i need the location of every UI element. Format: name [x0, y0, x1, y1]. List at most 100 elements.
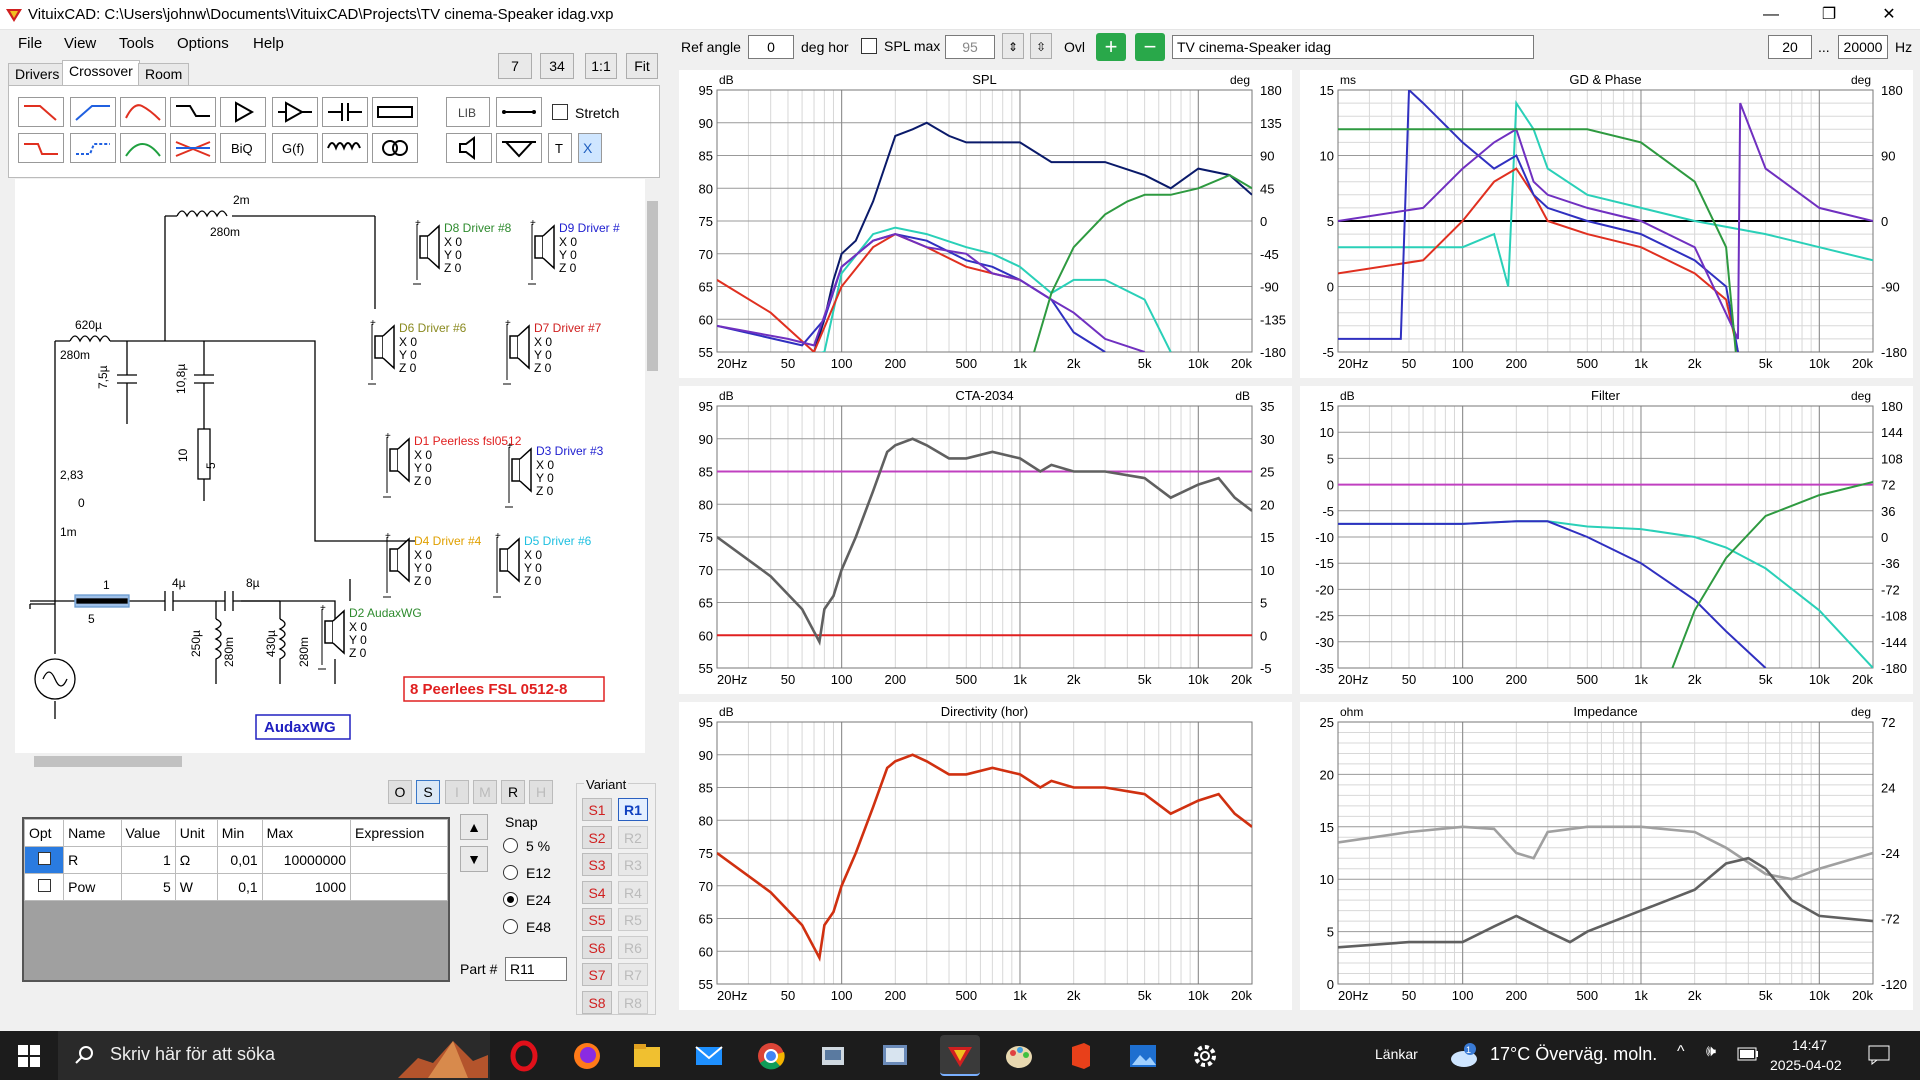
- speaker-tool-icon[interactable]: [446, 133, 492, 163]
- cell-value[interactable]: 5: [120, 873, 176, 901]
- driver-4[interactable]: D7 Driver #7X 0Y 0Z 0 +: [503, 318, 602, 385]
- project-name-input[interactable]: [1172, 35, 1534, 59]
- schematic-canvas[interactable]: 2m 280m 620µ 280m 7,5µ 10,8µ 10 5 2,83 0…: [15, 179, 645, 753]
- variant-r5-button[interactable]: R5: [618, 908, 648, 931]
- minimize-button[interactable]: —: [1748, 0, 1794, 30]
- variant-s8-button[interactable]: S8: [582, 990, 612, 1014]
- office-icon[interactable]: [1064, 1039, 1098, 1073]
- driver-8[interactable]: D5 Driver #6X 0Y 0Z 0 +: [493, 531, 592, 598]
- tab-crossover[interactable]: Crossover: [62, 60, 140, 85]
- mode-button-s[interactable]: S: [416, 780, 440, 804]
- mode-button-o[interactable]: O: [388, 780, 412, 804]
- cta2034-chart[interactable]: CTA-2034 dB dB 95 90 85 80 75 70 65 60 55 35 30 25 20 15…: [679, 386, 1292, 694]
- opt-checkbox[interactable]: [37, 879, 51, 892]
- clock-time[interactable]: 14:47: [1792, 1037, 1827, 1053]
- buffer-tool-icon[interactable]: [220, 97, 266, 127]
- battery-icon[interactable]: [1737, 1047, 1759, 1061]
- shelf-tool-icon[interactable]: [170, 97, 216, 127]
- cell-name[interactable]: R: [63, 846, 122, 874]
- delete-tool-icon[interactable]: X: [578, 133, 602, 163]
- lowpass1-tool-icon[interactable]: [18, 97, 64, 127]
- cell-max[interactable]: 10000000: [261, 846, 352, 874]
- variant-s7-button[interactable]: S7: [582, 963, 612, 986]
- variant-r8-button[interactable]: R8: [618, 990, 648, 1014]
- table-row[interactable]: R 1 Ω 0,01 10000000: [23, 846, 448, 874]
- volume-icon[interactable]: 🕪: [1706, 1043, 1716, 1061]
- text-tool-icon[interactable]: T: [548, 133, 572, 163]
- weather-text[interactable]: 17°C Överväg. moln.: [1490, 1044, 1657, 1065]
- mode-button-h[interactable]: H: [529, 780, 553, 804]
- peak-tool-icon[interactable]: [120, 133, 166, 163]
- variant-r2-button[interactable]: R2: [618, 825, 648, 849]
- freq-max-input[interactable]: [1838, 35, 1888, 59]
- capacitor-tool-icon[interactable]: [322, 97, 368, 127]
- highpass2-tool-icon[interactable]: [70, 133, 116, 163]
- transformer-tool-icon[interactable]: [372, 133, 418, 163]
- variant-s5-button[interactable]: S5: [582, 908, 612, 931]
- zoom-a-field[interactable]: 7: [498, 53, 532, 79]
- app-icon-2[interactable]: [878, 1039, 912, 1073]
- opt-checkbox[interactable]: [37, 852, 51, 865]
- library-tool-icon[interactable]: LIB: [446, 97, 490, 127]
- tray-chevron-icon[interactable]: ^: [1677, 1043, 1685, 1061]
- gfunction-tool-icon[interactable]: G(f): [272, 133, 318, 163]
- cell-max[interactable]: 1000: [261, 873, 352, 901]
- schematic-hscroll[interactable]: [15, 753, 645, 770]
- add-overlay-icon[interactable]: +: [1096, 33, 1126, 61]
- app-icon-1[interactable]: [816, 1039, 850, 1073]
- wire-tool-icon[interactable]: [496, 97, 542, 127]
- menu-options[interactable]: Options: [177, 35, 229, 52]
- menu-help[interactable]: Help: [253, 35, 284, 52]
- fit-range-icon[interactable]: ⇳: [1030, 33, 1052, 59]
- cell-expression[interactable]: [350, 846, 448, 874]
- lowpass2-tool-icon[interactable]: [18, 133, 64, 163]
- chrome-icon[interactable]: [754, 1039, 788, 1073]
- spl-chart[interactable]: SPL dB deg 95 90 85 80 75 70 65 60 55 180 135 90 45 0 -45…: [679, 70, 1292, 378]
- variant-s3-button[interactable]: S3: [582, 853, 612, 876]
- biquad-tool-icon[interactable]: BiQ: [220, 133, 266, 163]
- move-up-button[interactable]: ▲: [460, 814, 488, 840]
- photos-icon[interactable]: [1126, 1039, 1160, 1073]
- filter-chart[interactable]: Filter dB deg 15 10 5 0 -5 -10 -15 -20 -25 -30 -35 180…: [1300, 386, 1913, 694]
- driver-5[interactable]: D1 Peerless fsl0512X 0Y 0Z 0 +: [383, 431, 522, 498]
- windows-start-icon[interactable]: [18, 1045, 40, 1067]
- highpass1-tool-icon[interactable]: [70, 97, 116, 127]
- cell-min[interactable]: 0,1: [216, 873, 263, 901]
- fit-button[interactable]: Fit: [626, 53, 658, 79]
- move-down-button[interactable]: ▼: [460, 846, 488, 872]
- notch-tool-icon[interactable]: [170, 133, 216, 163]
- snap-radio-1[interactable]: [503, 865, 518, 880]
- remove-overlay-icon[interactable]: −: [1135, 33, 1165, 61]
- inductor-tool-icon[interactable]: [322, 133, 368, 163]
- one-to-one-button[interactable]: 1:1: [585, 53, 617, 79]
- vituixcad-taskbar-icon[interactable]: [940, 1035, 980, 1076]
- zoom-b-field[interactable]: 34: [540, 53, 574, 79]
- maximize-button[interactable]: ❐: [1806, 0, 1852, 30]
- gd-phase-chart[interactable]: GD & Phase ms deg 15 10 5 0 -5 180 90 0 -90 -180 20Hz…: [1300, 70, 1913, 378]
- ref-angle-input[interactable]: [748, 35, 794, 59]
- close-button[interactable]: ✕: [1866, 0, 1912, 30]
- mail-icon[interactable]: [692, 1039, 726, 1073]
- freq-min-input[interactable]: [1768, 35, 1812, 59]
- menu-file[interactable]: File: [18, 35, 42, 52]
- clock-date[interactable]: 2025-04-02: [1770, 1057, 1842, 1073]
- splmax-input[interactable]: [945, 35, 995, 59]
- ground-tool-icon[interactable]: [496, 133, 542, 163]
- cell-value[interactable]: 1: [120, 846, 176, 874]
- notifications-icon[interactable]: [1868, 1045, 1890, 1065]
- menu-view[interactable]: View: [64, 35, 96, 52]
- driver-3[interactable]: D6 Driver #6X 0Y 0Z 0 +: [368, 318, 467, 385]
- mode-button-i[interactable]: I: [445, 780, 469, 804]
- tab-drivers[interactable]: Drivers: [8, 63, 67, 85]
- tab-room[interactable]: Room: [138, 63, 190, 85]
- table-row[interactable]: Pow 5 W 0,1 1000: [23, 873, 448, 901]
- resistor-tool-icon[interactable]: [372, 97, 418, 127]
- mode-button-m[interactable]: M: [473, 780, 497, 804]
- paint-icon[interactable]: [1002, 1039, 1036, 1073]
- variant-s2-button[interactable]: S2: [582, 825, 612, 849]
- driver-6[interactable]: D3 Driver #3X 0Y 0Z 0 +: [505, 441, 604, 508]
- settings-gear-icon[interactable]: [1188, 1039, 1222, 1073]
- links-toolbar[interactable]: Länkar: [1375, 1046, 1418, 1062]
- weather-cloud-icon[interactable]: 1: [1448, 1041, 1480, 1069]
- variant-r7-button[interactable]: R7: [618, 963, 648, 986]
